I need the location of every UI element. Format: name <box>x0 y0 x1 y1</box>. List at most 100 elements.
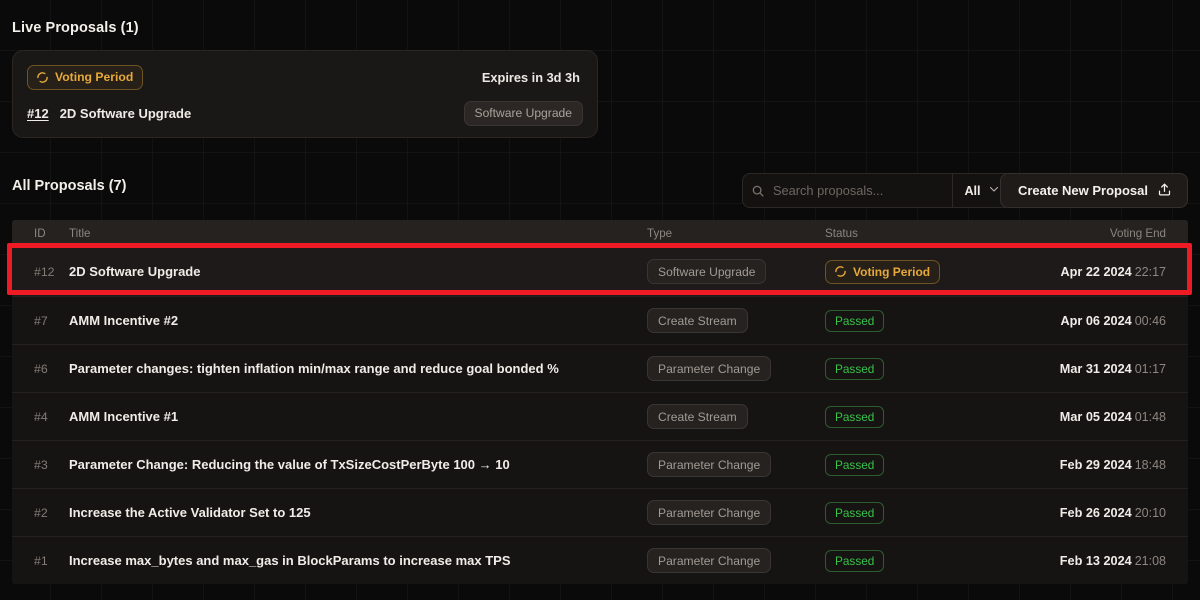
cell-voting-end: Mar 31 2024 01:17 <box>1013 360 1188 378</box>
voting-end-time: 21:08 <box>1134 553 1166 568</box>
voting-end-time: 20:10 <box>1134 505 1166 520</box>
column-header-type: Type <box>647 227 673 240</box>
cell-status: Passed <box>825 549 1013 572</box>
live-proposals-heading: Live Proposals (1) <box>12 20 139 36</box>
voting-end-date: Feb 26 2024 <box>1059 505 1132 520</box>
table-row[interactable]: #6 Parameter changes: tighten inflation m… <box>12 344 1188 392</box>
live-proposal-card[interactable]: Voting Period Expires in 3d 3h #12 2D So… <box>12 50 598 138</box>
cell-title: Parameter changes: tighten inflation min… <box>69 361 559 376</box>
live-proposal-type-badge: Software Upgrade <box>463 100 583 126</box>
status-badge-label: Voting Period <box>853 264 931 279</box>
voting-end-time: 01:48 <box>1134 409 1166 424</box>
voting-end-date: Feb 29 2024 <box>1059 457 1132 472</box>
voting-end-time: 18:48 <box>1134 457 1166 472</box>
cell-title: Increase max_bytes and max_gas in BlockP… <box>69 553 511 568</box>
table-row[interactable]: #12 2D Software Upgrade Software Upgrade Vo… <box>12 247 1188 296</box>
cell-status: Passed <box>825 501 1013 524</box>
voting-end-time: 22:17 <box>1134 264 1166 279</box>
cell-id: #1 <box>34 553 48 568</box>
cell-type: Create Stream <box>647 404 825 429</box>
column-header-voting-end: Voting End <box>1109 227 1166 240</box>
status-badge-passed: Passed <box>825 549 885 572</box>
live-card-title-group: #12 2D Software Upgrade <box>27 106 191 121</box>
cell-title: 2D Software Upgrade <box>69 264 201 279</box>
cell-voting-end: Apr 06 2024 00:46 <box>1013 312 1188 330</box>
search-container: All <box>742 173 1012 208</box>
table-row[interactable]: #1 Increase max_bytes and max_gas in Bloc… <box>12 536 1188 584</box>
status-badge-passed: Passed <box>825 309 885 332</box>
cell-type: Software Upgrade <box>647 259 825 284</box>
cell-title: AMM Incentive #2 <box>69 313 179 328</box>
cell-type: Parameter Change <box>647 356 825 381</box>
all-proposals-toolbar: All Proposals (7) All Create New Proposa… <box>0 168 1200 214</box>
cell-type: Parameter Change <box>647 500 825 525</box>
status-badge-passed: Passed <box>825 357 885 380</box>
expires-text: Expires in 3d 3h <box>481 69 580 85</box>
proposal-type-badge: Software Upgrade <box>647 259 767 284</box>
cell-voting-end: Mar 05 2024 01:48 <box>1013 408 1188 426</box>
table-body: #12 2D Software Upgrade Software Upgrade Vo… <box>12 247 1188 584</box>
proposal-type-badge: Create Stream <box>647 308 748 333</box>
column-header-title: Title <box>69 227 91 240</box>
live-card-top-row: Voting Period Expires in 3d 3h <box>27 64 583 90</box>
live-card-bottom-row: #12 2D Software Upgrade Software Upgrade <box>27 100 583 126</box>
search-icon <box>743 174 773 207</box>
cell-status: Passed <box>825 357 1013 380</box>
cell-voting-end: Feb 26 2024 20:10 <box>1013 504 1188 522</box>
table-row[interactable]: #7 AMM Incentive #2 Create Stream Passed Apr… <box>12 296 1188 344</box>
cell-voting-end: Feb 13 2024 21:08 <box>1013 552 1188 570</box>
cell-id: #2 <box>34 505 48 520</box>
cell-voting-end: Feb 29 2024 18:48 <box>1013 456 1188 474</box>
proposal-type-badge: Parameter Change <box>647 548 772 573</box>
cell-id: #4 <box>34 409 48 424</box>
proposals-table: ID Title Type Status Voting End #12 2D So… <box>12 220 1188 584</box>
cell-title: Increase the Active Validator Set to 125 <box>69 505 311 520</box>
chevron-down-icon <box>988 183 1000 198</box>
search-input[interactable] <box>773 174 952 207</box>
voting-end-time: 00:46 <box>1134 313 1166 328</box>
cell-title: AMM Incentive #1 <box>69 409 179 424</box>
voting-end-time: 01:17 <box>1134 361 1166 376</box>
table-row[interactable]: #2 Increase the Active Validator Set to 1… <box>12 488 1188 536</box>
live-proposal-title: 2D Software Upgrade <box>59 105 192 121</box>
live-proposal-id-link[interactable]: #12 <box>27 106 49 121</box>
status-badge-passed: Passed <box>825 501 885 524</box>
cell-id: #6 <box>34 361 48 376</box>
table-header-row: ID Title Type Status Voting End <box>12 220 1188 247</box>
cell-status: Voting Period <box>825 259 1013 284</box>
cell-id: #7 <box>34 313 48 328</box>
spinner-icon <box>36 71 49 84</box>
voting-end-date: Feb 13 2024 <box>1059 553 1132 568</box>
cell-title: Parameter Change: Reducing the value of … <box>69 457 510 472</box>
status-filter-value: All <box>964 183 981 198</box>
cell-type: Create Stream <box>647 308 825 333</box>
cell-status: Passed <box>825 453 1013 476</box>
upload-icon <box>1157 182 1172 200</box>
spinner-icon <box>834 265 847 278</box>
table-row[interactable]: #4 AMM Incentive #1 Create Stream Passed Mar… <box>12 392 1188 440</box>
create-new-proposal-label: Create New Proposal <box>1017 183 1148 198</box>
live-proposals-section: Live Proposals (1) <box>0 0 612 36</box>
proposal-type-badge: Parameter Change <box>647 452 772 477</box>
cell-id: #3 <box>34 457 48 472</box>
voting-end-date: Mar 31 2024 <box>1059 361 1132 376</box>
status-badge-voting: Voting Period <box>825 259 941 284</box>
column-header-id: ID <box>34 227 46 240</box>
cell-status: Passed <box>825 309 1013 332</box>
proposals-page: Live Proposals (1) Voting Period Expires… <box>0 0 1200 600</box>
cell-id: #12 <box>34 264 55 279</box>
voting-end-date: Apr 22 2024 <box>1060 264 1132 279</box>
status-badge-passed: Passed <box>825 405 885 428</box>
table-row[interactable]: #3 Parameter Change: Reducing the value o… <box>12 440 1188 488</box>
status-badge-passed: Passed <box>825 453 885 476</box>
cell-voting-end: Apr 22 2024 22:17 <box>1013 263 1188 281</box>
proposal-type-badge: Create Stream <box>647 404 748 429</box>
column-header-status: Status <box>825 227 858 240</box>
cell-type: Parameter Change <box>647 452 825 477</box>
proposal-type-badge: Parameter Change <box>647 356 772 381</box>
status-badge-label: Voting Period <box>55 70 134 84</box>
create-new-proposal-button[interactable]: Create New Proposal <box>999 173 1188 208</box>
proposal-type-badge: Parameter Change <box>647 500 772 525</box>
status-badge-voting: Voting Period <box>27 64 144 90</box>
cell-type: Parameter Change <box>647 548 825 573</box>
